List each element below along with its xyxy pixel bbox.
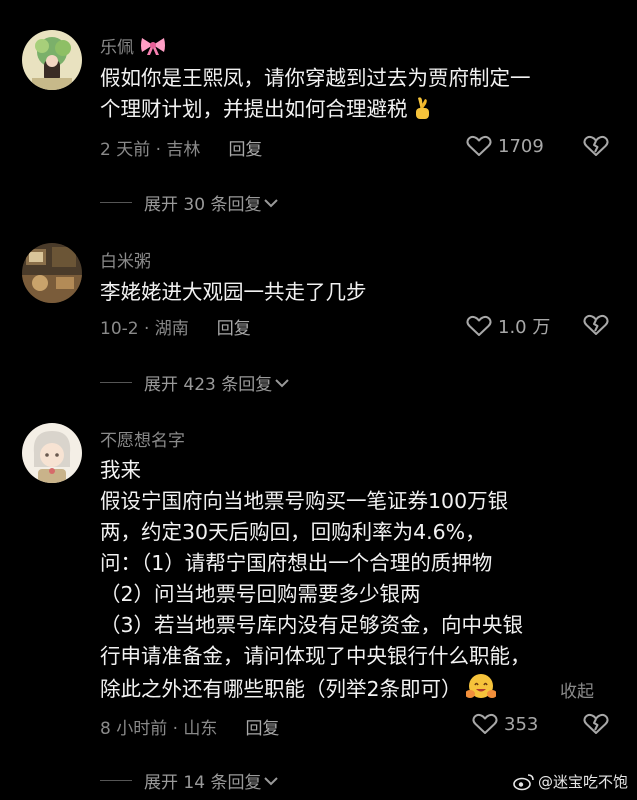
watermark: @迷宝吃不饱 [513, 771, 628, 792]
reply-button[interactable]: 回复 [217, 319, 251, 339]
expand-label: 展开 30 条回复 [144, 195, 262, 215]
divider [100, 382, 132, 383]
comment-line: 行申请准备金，请问体现了中央银行什么职能， [100, 644, 531, 668]
username[interactable]: 白米粥 [100, 247, 151, 272]
reply-button[interactable]: 回复 [228, 140, 262, 160]
avatar[interactable] [22, 243, 82, 303]
expand-replies[interactable]: 展开 14 条回复 [100, 768, 279, 793]
like-count: 353 [504, 713, 539, 735]
expand-replies[interactable]: 展开 423 条回复 [100, 370, 290, 395]
comment-line: 两，约定30天后购回，回购利率为4.6%， [100, 520, 486, 544]
dislike-button[interactable] [583, 313, 609, 341]
like-button[interactable]: 1.0 万 [466, 313, 550, 339]
comment-line: 问：（1）请帮宁国府想出一个合理的质押物 [100, 551, 493, 575]
comment-line: （3）若当地票号库内没有足够资金，向中央银 [100, 613, 524, 637]
comment-text: 假如你是王熙凤，请你穿越到过去为贾府制定一 个理财计划，并提出如何合理避税 [100, 63, 610, 129]
heart-icon [466, 135, 492, 156]
time-location: 2 天前 · 吉林 [100, 140, 201, 160]
watermark-label: @迷宝吃不饱 [538, 773, 629, 791]
comment-line: 李姥姥进大观园一共走了几步 [100, 280, 367, 304]
comment-line-last: 除此之外还有哪些职能（列举2条即可） [100, 672, 610, 709]
comment-line: （2）问当地票号回购需要多少银两 [100, 582, 421, 606]
username-text: 乐佩 [100, 38, 134, 58]
broken-heart-icon [583, 135, 609, 156]
weibo-icon [513, 773, 534, 790]
heart-icon [466, 315, 492, 336]
broken-heart-icon [583, 713, 609, 734]
avatar-image [22, 30, 82, 90]
hugging-face-emoji-icon [464, 672, 497, 709]
like-count: 1709 [498, 135, 544, 157]
expand-label: 展开 14 条回复 [144, 773, 262, 793]
chevron-down-icon [275, 378, 289, 387]
avatar-image [22, 243, 82, 303]
comment-line-text: 个理财计划，并提出如何合理避税 [100, 97, 408, 121]
avatar[interactable] [22, 30, 82, 90]
heart-icon [472, 713, 498, 734]
comment-line-2: 个理财计划，并提出如何合理避税 [100, 94, 610, 129]
avatar[interactable] [22, 423, 82, 483]
reply-button[interactable]: 回复 [245, 719, 279, 739]
comment-line-text: 除此之外还有哪些职能（列举2条即可） [100, 677, 462, 701]
comment-text: 我来 假设宁国府向当地票号购买一笔证券100万银 两，约定30天后购回，回购利率… [100, 455, 610, 709]
username[interactable]: 不愿想名字 [100, 426, 185, 451]
username[interactable]: 乐佩 [100, 33, 166, 61]
comment-text: 李姥姥进大观园一共走了几步 [100, 277, 610, 308]
collapse-button[interactable]: 收起 [560, 677, 594, 702]
comment-meta: 8 小时前 · 山东 回复 [100, 714, 279, 739]
chevron-down-icon [264, 776, 279, 785]
comment-meta: 2 天前 · 吉林 回复 [100, 135, 262, 160]
broken-heart-icon [583, 314, 609, 335]
like-button[interactable]: 1709 [466, 134, 544, 158]
time-location: 10-2 · 湖南 [100, 319, 189, 339]
divider [100, 202, 132, 203]
avatar-image [22, 423, 82, 483]
comment-line: 假设宁国府向当地票号购买一笔证券100万银 [100, 489, 509, 513]
like-count: 1.0 万 [498, 317, 551, 338]
ribbon-emoji-icon [140, 36, 166, 61]
divider [100, 780, 132, 781]
dislike-button[interactable] [583, 712, 609, 740]
like-button[interactable]: 353 [472, 712, 538, 736]
time-location: 8 小时前 · 山东 [100, 719, 218, 739]
comment-line: 假如你是王熙凤，请你穿越到过去为贾府制定一 [100, 66, 531, 90]
dislike-button[interactable] [583, 134, 609, 162]
crossed-fingers-emoji-icon [412, 96, 432, 129]
comment-meta: 10-2 · 湖南 回复 [100, 314, 251, 339]
expand-replies[interactable]: 展开 30 条回复 [100, 190, 279, 215]
comment-line: 我来 [100, 458, 141, 482]
expand-label: 展开 423 条回复 [144, 375, 273, 395]
chevron-down-icon [264, 198, 279, 207]
